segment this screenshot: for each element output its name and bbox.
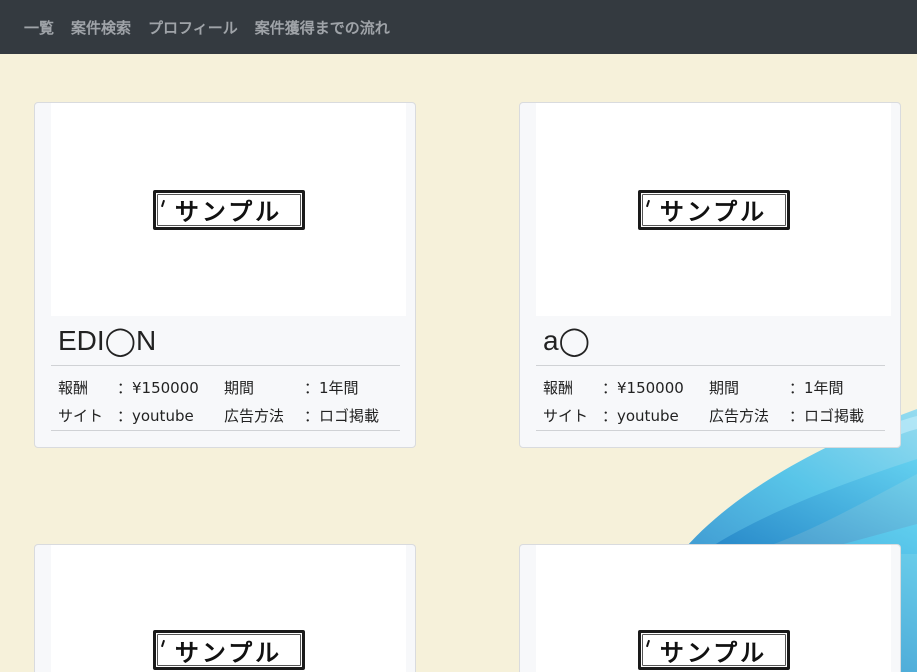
method-label: 広告方法 xyxy=(224,407,285,425)
period-value: ：1年間 xyxy=(789,379,844,397)
divider xyxy=(536,365,885,366)
site-label: サイト xyxy=(58,407,104,425)
method-value: ：ロゴ掲載 xyxy=(304,407,380,425)
period-value: ：1年間 xyxy=(304,379,359,397)
card-title: EDI◯N xyxy=(58,325,157,356)
job-card[interactable]: サンプル EDI◯N 報酬 ：¥150000 期間 ：1年間 サイト ：yout… xyxy=(34,102,416,448)
reward-value: ：¥150000 xyxy=(602,379,684,397)
card-thumbnail: サンプル xyxy=(536,545,891,672)
nav-link-profile[interactable]: プロフィール xyxy=(148,17,238,38)
nav-link-search[interactable]: 案件検索 xyxy=(71,17,131,38)
reward-label: 報酬 xyxy=(543,379,574,397)
sample-stamp-image: サンプル xyxy=(152,630,305,670)
sample-stamp-image: サンプル xyxy=(637,189,790,230)
period-label: 期間 xyxy=(709,379,740,397)
divider xyxy=(51,365,400,366)
job-card[interactable]: サンプル a◯ 報酬 ：¥150000 期間 ：1年間 サイト ：youtube… xyxy=(519,102,901,448)
card-thumbnail: サンプル xyxy=(536,103,891,316)
site-value: ：youtube xyxy=(602,407,679,425)
job-card[interactable]: サンプル xyxy=(34,544,416,672)
nav-link-flow[interactable]: 案件獲得までの流れ xyxy=(255,17,390,38)
site-value: ：youtube xyxy=(117,407,194,425)
divider xyxy=(536,430,885,431)
method-value: ：ロゴ掲載 xyxy=(789,407,865,425)
site-label: サイト xyxy=(543,407,589,425)
card-thumbnail: サンプル xyxy=(51,103,406,316)
divider xyxy=(51,430,400,431)
sample-stamp-image: サンプル xyxy=(637,630,790,670)
reward-value: ：¥150000 xyxy=(117,379,199,397)
top-navbar: 一覧 案件検索 プロフィール 案件獲得までの流れ xyxy=(0,0,917,54)
card-thumbnail: サンプル xyxy=(51,545,406,672)
nav-link-list[interactable]: 一覧 xyxy=(24,17,54,38)
job-card[interactable]: サンプル xyxy=(519,544,901,672)
period-label: 期間 xyxy=(224,379,255,397)
card-title: a◯ xyxy=(543,325,590,356)
reward-label: 報酬 xyxy=(58,379,89,397)
sample-stamp-image: サンプル xyxy=(152,189,305,230)
method-label: 広告方法 xyxy=(709,407,770,425)
